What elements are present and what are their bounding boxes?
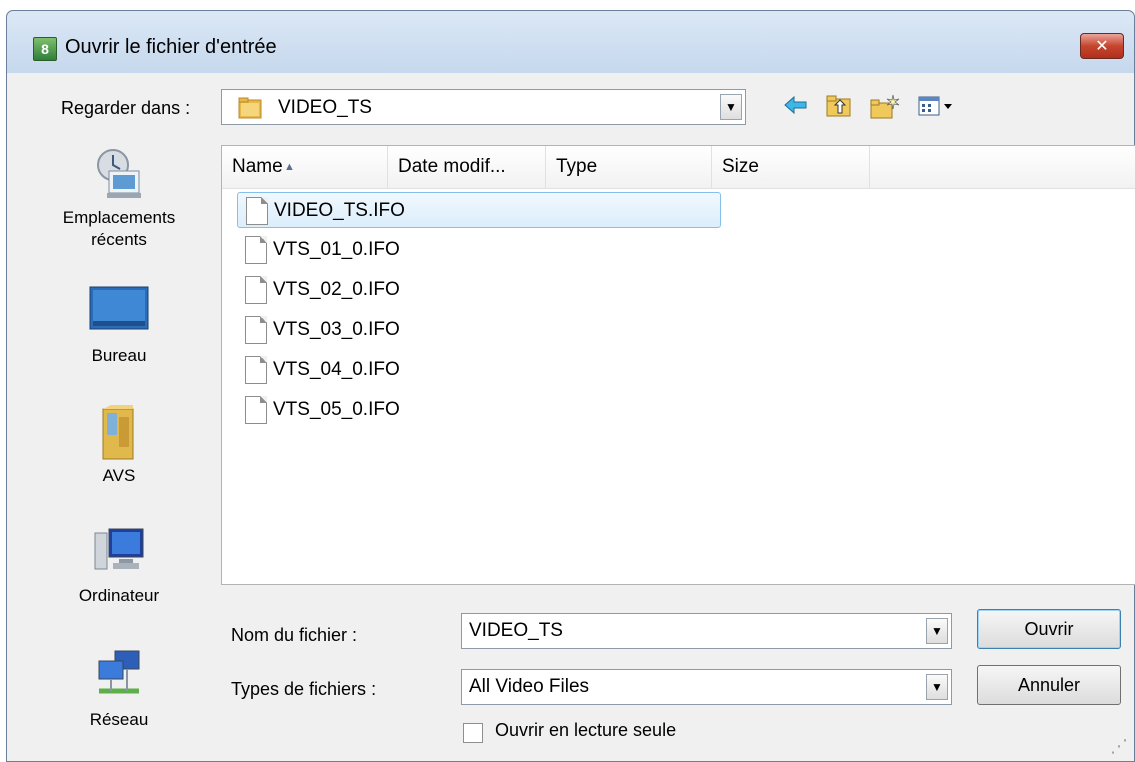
column-header-size[interactable]: Size	[712, 146, 870, 188]
open-button[interactable]: Ouvrir	[977, 609, 1121, 649]
avs-folder-icon	[89, 403, 149, 461]
place-label: AVS	[102, 466, 136, 485]
file-icon	[245, 356, 267, 384]
filetype-label: Types de fichiers :	[231, 679, 377, 699]
file-icon	[245, 396, 267, 424]
folder-icon	[238, 97, 262, 119]
place-label: Réseau	[89, 710, 149, 729]
open-file-dialog: 8 Ouvrir le fichier d'entrée ✕ Regarder …	[6, 10, 1135, 762]
place-desktop[interactable]: Bureau	[39, 283, 199, 367]
readonly-checkbox[interactable]	[463, 723, 483, 743]
cancel-button[interactable]: Annuler	[977, 665, 1121, 705]
look-in-label: Regarder dans :	[61, 98, 191, 118]
filename-combo[interactable]: VIDEO_TS ▼	[461, 613, 952, 649]
file-row[interactable]: VTS_04_0.IFO	[237, 352, 721, 388]
window-title: Ouvrir le fichier d'entrée	[65, 36, 277, 58]
look-in-dropdown-button[interactable]: ▼	[720, 94, 742, 120]
resize-grip-icon[interactable]: ⋰	[1110, 736, 1128, 757]
file-row[interactable]: VTS_01_0.IFO	[237, 232, 721, 268]
file-icon	[245, 236, 267, 264]
look-in-combo[interactable]: VIDEO_TS ▼	[221, 89, 746, 125]
file-row[interactable]: VTS_02_0.IFO	[237, 272, 721, 308]
place-label: Ordinateur	[78, 586, 160, 605]
file-icon	[245, 276, 267, 304]
column-header-label: Name	[232, 156, 283, 177]
column-header-type[interactable]: Type	[546, 146, 712, 188]
file-row[interactable]: VIDEO_TS.IFO	[237, 192, 721, 228]
network-icon	[89, 647, 149, 705]
file-list-view[interactable]: ▲ Name Date modif... Type Size VIDEO_TS.…	[221, 145, 1135, 585]
column-header-name[interactable]: ▲ Name	[222, 146, 388, 188]
new-folder-icon[interactable]	[869, 94, 901, 125]
column-header-label: Type	[556, 156, 598, 177]
file-name: VTS_03_0.IFO	[273, 319, 400, 340]
column-header-label: Date modif...	[398, 156, 506, 177]
sort-ascending-icon: ▲	[284, 161, 295, 173]
place-network[interactable]: Réseau	[39, 647, 199, 731]
dialog-client-area: Regarder dans : VIDEO_TS ▼ Emplacements …	[7, 73, 1135, 761]
back-arrow-icon[interactable]	[783, 94, 809, 121]
file-name: VTS_04_0.IFO	[273, 359, 400, 380]
file-icon	[246, 197, 268, 225]
readonly-label: Ouvrir en lecture seule	[495, 720, 677, 740]
app-icon: 8	[33, 37, 57, 61]
filetype-select[interactable]: All Video Files ▼	[461, 669, 952, 705]
place-avs[interactable]: AVS	[39, 403, 199, 487]
place-label: Bureau	[91, 346, 147, 365]
desktop-icon	[89, 283, 149, 341]
filename-label: Nom du fichier :	[231, 625, 358, 645]
column-header-label: Size	[722, 156, 759, 177]
recent-places-icon	[89, 145, 149, 203]
filetype-dropdown-button[interactable]: ▼	[926, 674, 948, 700]
look-in-value: VIDEO_TS	[278, 97, 372, 118]
file-name: VTS_05_0.IFO	[273, 399, 400, 420]
title-bar: 8 Ouvrir le fichier d'entrée ✕	[7, 11, 1134, 73]
up-folder-icon[interactable]	[825, 94, 853, 123]
column-headers: ▲ Name Date modif... Type Size	[222, 146, 1135, 189]
computer-icon	[89, 523, 149, 581]
file-name: VTS_02_0.IFO	[273, 279, 400, 300]
filename-value[interactable]: VIDEO_TS	[469, 620, 563, 641]
place-label: Emplacements récents	[62, 208, 176, 249]
places-bar: Emplacements récents Bureau AVS Ordinate…	[39, 145, 199, 729]
view-menu-icon[interactable]	[917, 94, 959, 123]
column-header-date[interactable]: Date modif...	[388, 146, 546, 188]
close-button[interactable]: ✕	[1080, 33, 1124, 59]
place-recent[interactable]: Emplacements récents	[39, 145, 199, 251]
file-row[interactable]: VTS_03_0.IFO	[237, 312, 721, 348]
file-name: VTS_01_0.IFO	[273, 239, 400, 260]
place-computer[interactable]: Ordinateur	[39, 523, 199, 607]
filetype-value: All Video Files	[469, 676, 590, 697]
file-row[interactable]: VTS_05_0.IFO	[237, 392, 721, 428]
filename-dropdown-button[interactable]: ▼	[926, 618, 948, 644]
file-name: VIDEO_TS.IFO	[274, 200, 405, 221]
file-icon	[245, 316, 267, 344]
